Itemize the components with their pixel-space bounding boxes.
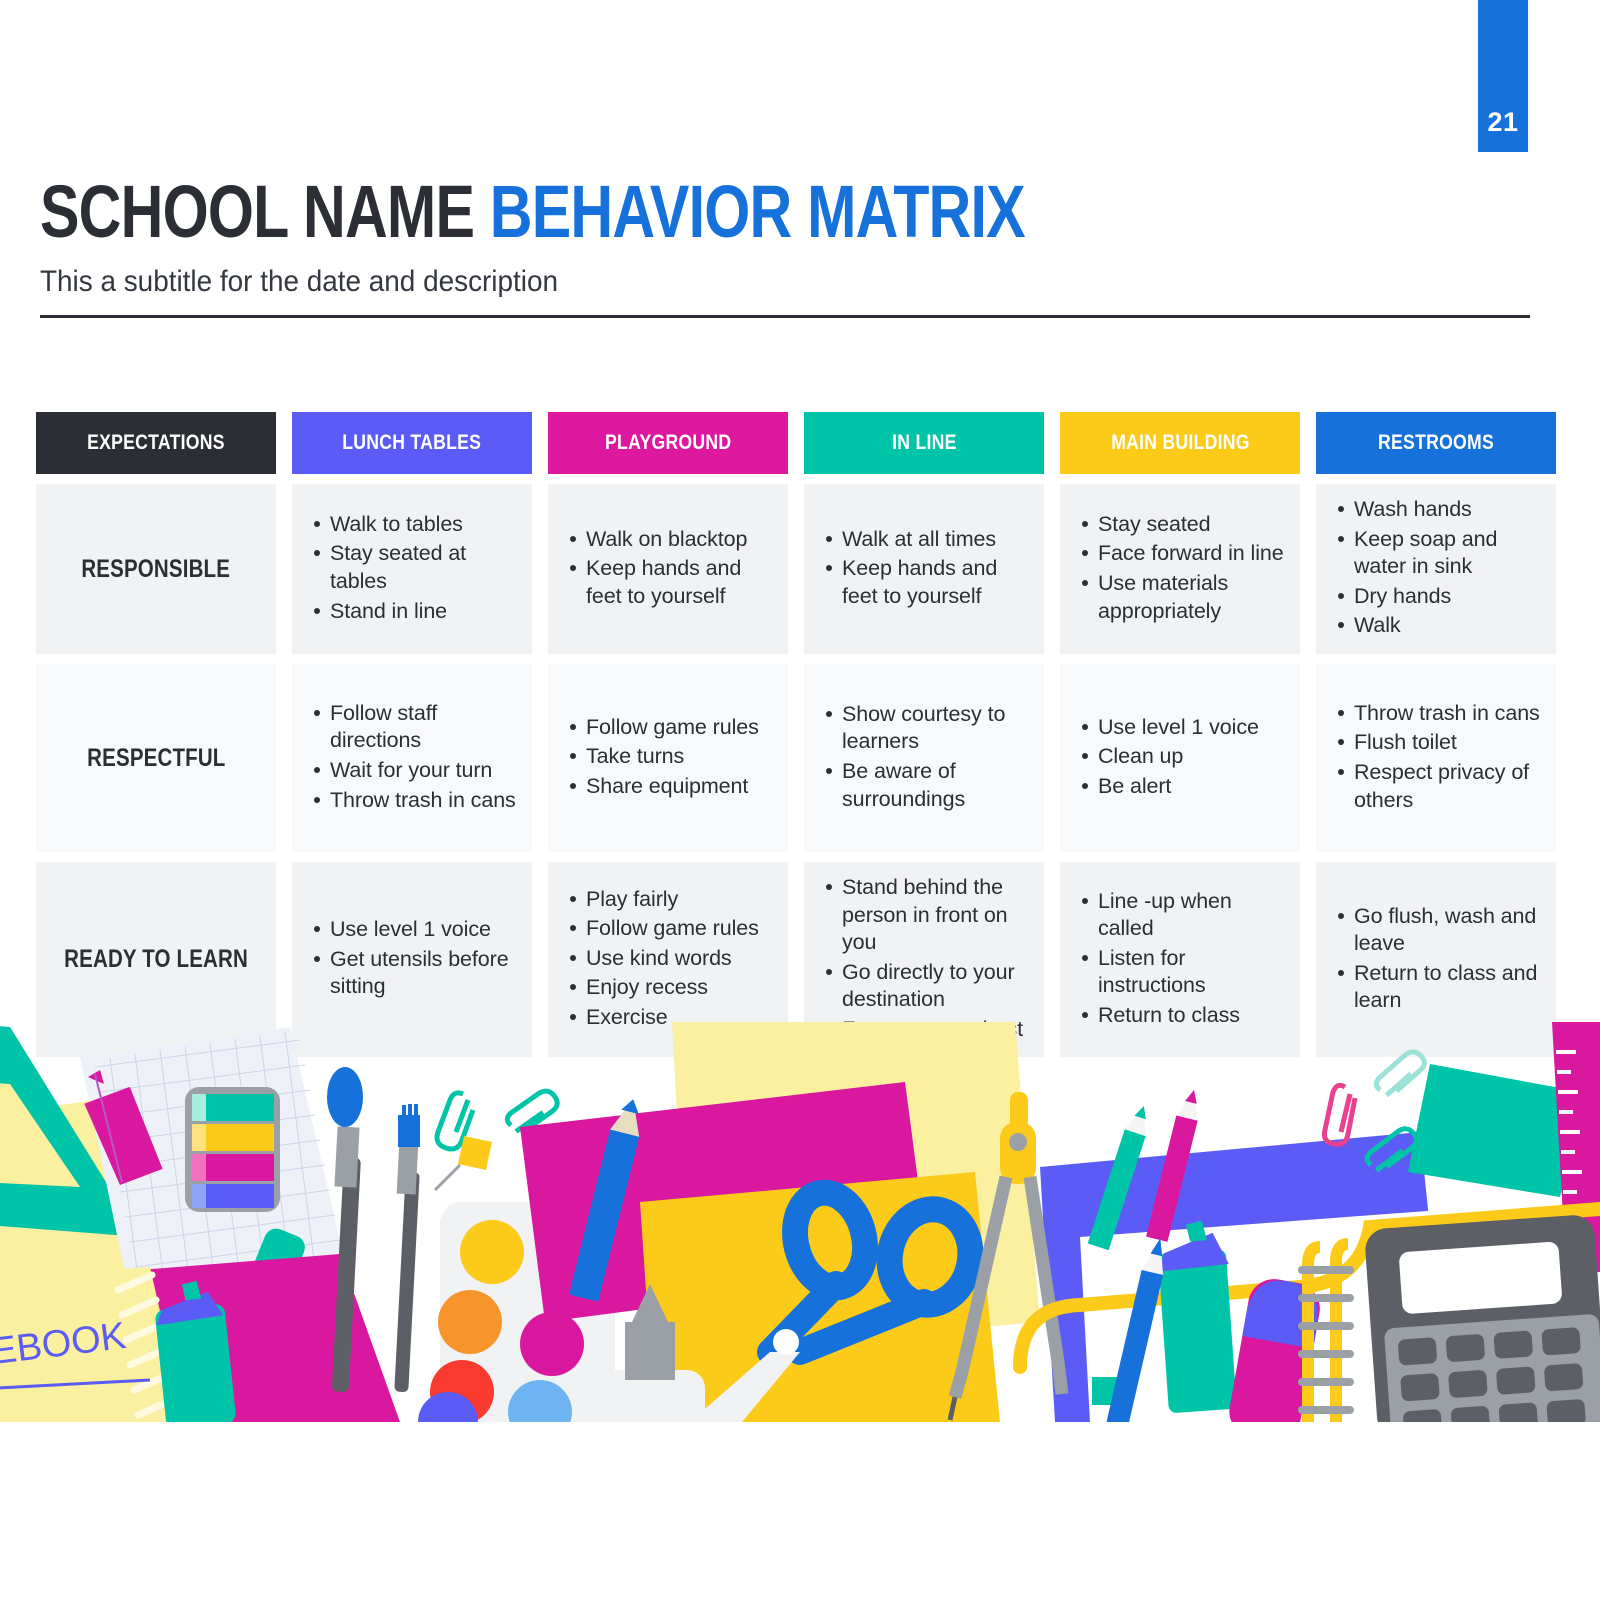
page-subtitle: This a subtitle for the date and descrip… [40, 265, 559, 298]
bullet-item: Keep soap and water in sink [1338, 526, 1542, 581]
bullet-item: Share equipment [570, 773, 774, 801]
bullet-item: Be alert [1082, 773, 1286, 801]
bullet-item: Enjoy recess [570, 974, 774, 1002]
bullet-item: Respect privacy of others [1338, 759, 1542, 814]
bullet-item: Face forward in line [1082, 540, 1286, 568]
row-label-respectful: RESPECTFUL [36, 664, 276, 852]
paintbrush-flat-icon [394, 1104, 420, 1392]
bullet-list: Follow staff directions Wait for your tur… [306, 700, 518, 816]
bullet-item: Throw trash in cans [314, 787, 518, 815]
cell-respectful-in-line: Show courtesy to learners Be aware of sur… [804, 664, 1044, 852]
bullet-item: Flush toilet [1338, 729, 1542, 757]
bullet-item: Throw trash in cans [1338, 700, 1542, 728]
column-header-label: PLAYGROUND [604, 431, 732, 454]
bullet-list: Use level 1 voice Get utensils before sit… [306, 916, 518, 1003]
bullet-item: Go flush, wash and leave [1338, 903, 1542, 958]
paperclip-pink-icon [1321, 1082, 1358, 1147]
column-header-main-building: MAIN BUILDING [1060, 412, 1300, 474]
column-header-label: MAIN BUILDING [1110, 431, 1250, 454]
bullet-item: Keep hands and feet to yourself [826, 555, 1030, 610]
bullet-item: Wait for your turn [314, 757, 518, 785]
column-header-playground: PLAYGROUND [548, 412, 788, 474]
bullet-list: Go flush, wash and leave Return to class … [1330, 903, 1542, 1017]
bullet-item: Stay seated at tables [314, 540, 518, 595]
bullet-list: Stay seated Face forward in line Use mater… [1074, 511, 1286, 627]
cell-respectful-main-building: Use level 1 voice Clean up Be alert [1060, 664, 1300, 852]
bullet-item: Take turns [570, 743, 774, 771]
page-number: 21 [1487, 107, 1519, 137]
bullet-item: Use level 1 voice [314, 916, 518, 944]
cell-responsible-in-line: Walk at all times Keep hands and feet to … [804, 484, 1044, 654]
bullet-list: Play fairly Follow game rules Use kind wor… [562, 886, 774, 1034]
scissors-pivot [773, 1329, 799, 1355]
bullet-list: Throw trash in cans Flush toilet Respect p… [1330, 700, 1542, 816]
page-title: SCHOOL NAME BEHAVIOR MATRIX [40, 175, 1232, 249]
pushpin-yellow-icon [433, 1136, 492, 1192]
bullet-item: Clean up [1082, 743, 1286, 771]
bullet-item: Wash hands [1338, 496, 1542, 524]
title-school-name: SCHOOL NAME [40, 170, 475, 253]
bullet-item: Use level 1 voice [1082, 714, 1286, 742]
bullet-list: Follow game rules Take turns Share equipme… [562, 714, 774, 803]
row-label-responsible: RESPONSIBLE [36, 484, 276, 654]
bullet-item: Walk on blacktop [570, 526, 774, 554]
bullet-item: Listen for instructions [1082, 945, 1286, 1000]
bullet-item: Use kind words [570, 945, 774, 973]
header-divider [40, 315, 1530, 318]
column-header-label: RESTROOMS [1378, 431, 1494, 454]
bullet-item: Play fairly [570, 886, 774, 914]
cell-respectful-playground: Follow game rules Take turns Share equipme… [548, 664, 788, 852]
bullet-list: Show courtesy to learners Be aware of sur… [818, 701, 1030, 815]
column-header-label: EXPECTATIONS [87, 431, 225, 454]
bullet-item: Dry hands [1338, 583, 1542, 611]
bullet-list: Walk at all times Keep hands and feet to … [818, 526, 1030, 613]
bullet-list: Walk on blacktop Keep hands and feet to y… [562, 526, 774, 613]
bullet-list: Line -up when called Listen for instructi… [1074, 888, 1286, 1032]
bullet-item: Use materials appropriately [1082, 570, 1286, 625]
bullet-item: Stand behind the person in front on you [826, 874, 1030, 957]
behavior-matrix-table: EXPECTATIONS LUNCH TABLES PLAYGROUND IN … [36, 412, 1556, 1058]
bullet-item: Walk at all times [826, 526, 1030, 554]
bullet-item: Get utensils before sitting [314, 946, 518, 1001]
bullet-item: Keep hands and feet to yourself [570, 555, 774, 610]
bullet-item: Return to class and learn [1338, 960, 1542, 1015]
cell-respectful-restrooms: Throw trash in cans Flush toilet Respect p… [1316, 664, 1556, 852]
cell-responsible-lunch-tables: Walk to tables Stay seated at tables Stand… [292, 484, 532, 654]
cell-responsible-playground: Walk on blacktop Keep hands and feet to y… [548, 484, 788, 654]
cell-responsible-main-building: Stay seated Face forward in line Use mater… [1060, 484, 1300, 654]
bullet-list: Use level 1 voice Clean up Be alert [1074, 714, 1286, 803]
column-header-label: LUNCH TABLES [342, 431, 482, 454]
cell-responsible-restrooms: Wash hands Keep soap and water in sink Dry… [1316, 484, 1556, 654]
paperclip-mint-icon [1373, 1049, 1427, 1098]
bullet-item: Follow staff directions [314, 700, 518, 755]
column-header-label: IN LINE [891, 431, 957, 454]
page-number-badge: 21 [1478, 0, 1528, 152]
slide-header: SCHOOL NAME BEHAVIOR MATRIX This a subti… [40, 175, 1530, 318]
column-header-in-line: IN LINE [804, 412, 1044, 474]
bullet-item: Follow game rules [570, 915, 774, 943]
bullet-list: Walk to tables Stay seated at tables Stand… [306, 511, 518, 627]
bullet-item: Stay seated [1082, 511, 1286, 539]
cell-respectful-lunch-tables: Follow staff directions Wait for your tur… [292, 664, 532, 852]
bullet-item: Walk [1338, 612, 1542, 640]
bullet-item: Follow game rules [570, 714, 774, 742]
bullet-item: Be aware of surroundings [826, 758, 1030, 813]
bullet-item: Walk to tables [314, 511, 518, 539]
title-behavior-matrix: BEHAVIOR MATRIX [489, 170, 1026, 253]
calculator-icon [1365, 1215, 1600, 1422]
bullet-item: Go directly to your destination [826, 959, 1030, 1014]
bullet-item: Line -up when called [1082, 888, 1286, 943]
sticky-tabs-icon [185, 1087, 280, 1212]
bullet-item: Show courtesy to learners [826, 701, 1030, 756]
column-header-expectations: EXPECTATIONS [36, 412, 276, 474]
column-header-restrooms: RESTROOMS [1316, 412, 1556, 474]
bullet-list: Stand behind the person in front on you G… [818, 874, 1030, 1045]
bullet-item: Stand in line [314, 598, 518, 626]
column-header-lunch-tables: LUNCH TABLES [292, 412, 532, 474]
school-supplies-illustration: TEBOOK [0, 1022, 1600, 1422]
bullet-list: Wash hands Keep soap and water in sink Dry… [1330, 496, 1542, 642]
